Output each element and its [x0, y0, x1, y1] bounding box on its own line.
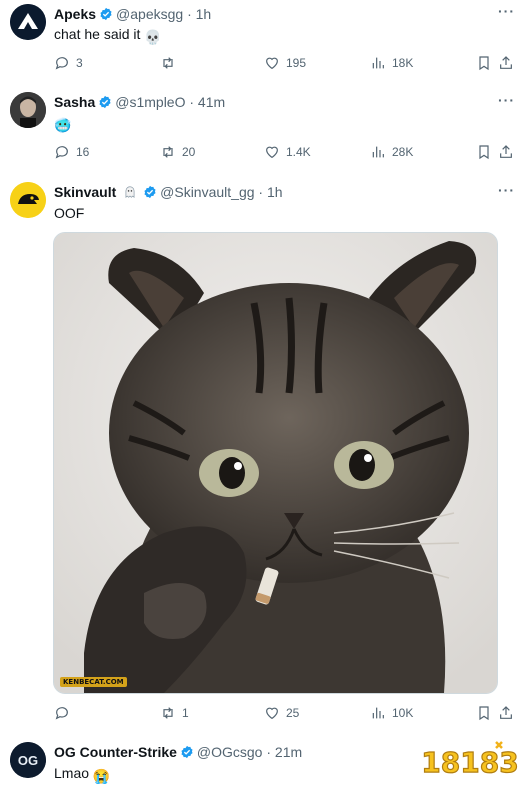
tweet-media-image[interactable]: KENBECAT.COM: [53, 232, 498, 694]
heart-icon: [266, 707, 278, 720]
verified-badge-icon: [143, 185, 157, 199]
reply-button[interactable]: 16: [54, 142, 89, 162]
media-credit-label: KENBECAT.COM: [60, 677, 127, 687]
more-options-icon[interactable]: ···: [498, 182, 515, 198]
like-button[interactable]: 1.4K: [264, 142, 311, 162]
view-count: 28K: [392, 145, 414, 159]
share-button[interactable]: [498, 53, 520, 73]
view-count: 18K: [392, 56, 414, 70]
reply-button[interactable]: 3: [54, 53, 83, 73]
svg-text:OG: OG: [18, 753, 38, 768]
analytics-icon: [372, 57, 384, 69]
skinvault-logo-icon: [10, 182, 46, 218]
verified-badge-icon: [180, 745, 194, 759]
reply-count: 3: [76, 56, 83, 70]
view-count: 10K: [392, 706, 414, 720]
timestamp[interactable]: · 21m: [266, 744, 302, 760]
handle[interactable]: @apeksgg: [116, 6, 183, 22]
share-icon: [500, 56, 512, 69]
avatar[interactable]: OG: [10, 742, 46, 778]
bookmark-icon: [479, 706, 489, 721]
skull-emoji-icon: 💀: [144, 29, 162, 45]
bookmark-icon: [479, 145, 489, 160]
retweet-button[interactable]: 1: [160, 703, 189, 723]
handle[interactable]: @OGcsgo: [197, 744, 263, 760]
timestamp[interactable]: · 1h: [258, 184, 282, 200]
display-name[interactable]: Apeks: [54, 6, 96, 22]
ghost-emoji-icon: [123, 185, 137, 199]
retweet-icon: [163, 707, 173, 719]
verified-badge-icon: [99, 7, 113, 21]
more-options-icon[interactable]: ···: [498, 92, 515, 108]
more-options-icon[interactable]: ···: [498, 3, 515, 19]
avatar[interactable]: [10, 182, 46, 218]
share-icon: [500, 145, 512, 158]
share-button[interactable]: [498, 703, 520, 723]
share-icon: [500, 706, 512, 719]
retweet-button[interactable]: [160, 53, 182, 73]
cold-face-emoji-icon: 🥶: [54, 117, 72, 133]
tweet-text-content: Lmao: [54, 765, 90, 781]
tweet-text: chat he said it 💀: [54, 25, 162, 46]
bookmark-button[interactable]: [476, 142, 498, 162]
heart-icon: [266, 57, 278, 70]
like-count: 195: [286, 56, 307, 70]
display-name[interactable]: Sasha: [54, 94, 95, 110]
avatar[interactable]: [10, 92, 46, 128]
crying-emoji-icon: 😭: [92, 768, 111, 784]
og-logo-icon: OG: [10, 742, 46, 778]
bookmark-button[interactable]: [476, 703, 498, 723]
views-button[interactable]: 28K: [370, 142, 413, 162]
timestamp[interactable]: · 41m: [189, 94, 225, 110]
display-name[interactable]: OG Counter-Strike: [54, 744, 177, 760]
retweet-icon: [163, 146, 173, 158]
bookmark-button[interactable]: [476, 53, 498, 73]
reply-icon: [55, 146, 68, 159]
bookmark-icon: [479, 56, 489, 71]
avatar[interactable]: [10, 4, 46, 40]
display-name[interactable]: Skinvault: [54, 184, 116, 200]
action-bar: 16 20 1.4K 28K: [54, 142, 519, 162]
like-button[interactable]: 195: [264, 53, 306, 73]
views-button[interactable]: 18K: [370, 53, 413, 73]
tweet-text: OOF: [54, 205, 85, 221]
like-count: 1.4K: [286, 145, 311, 159]
heart-icon: [266, 146, 278, 159]
reply-count: 16: [76, 145, 90, 159]
reply-button[interactable]: [54, 703, 76, 723]
avatar-photo-icon: [10, 92, 46, 128]
like-count: 25: [286, 706, 300, 720]
tweet-sasha[interactable]: Sasha @s1mpleO · 41m ··· 🥶 16 20 1.4K 28K: [0, 84, 527, 173]
handle[interactable]: @Skinvault_gg: [160, 184, 254, 200]
retweet-button[interactable]: 20: [160, 142, 195, 162]
watermark-text: 18183: [421, 746, 518, 779]
reply-icon: [55, 707, 68, 720]
verified-badge-icon: [98, 95, 112, 109]
tweet-apeks[interactable]: Apeks @apeksgg · 1h ··· chat he said it 💀…: [0, 0, 527, 85]
timestamp[interactable]: · 1h: [187, 6, 211, 22]
site-watermark-logo: 18183: [418, 736, 522, 786]
action-bar: 3 195 18K: [54, 53, 519, 73]
reply-icon: [55, 57, 68, 70]
like-button[interactable]: 25: [264, 703, 299, 723]
cat-photo-image: [54, 233, 497, 693]
share-button[interactable]: [498, 142, 520, 162]
views-button[interactable]: 10K: [370, 703, 413, 723]
analytics-icon: [372, 707, 384, 719]
retweet-count: 1: [182, 706, 189, 720]
action-bar: 1 25 10K: [54, 703, 519, 723]
retweet-count: 20: [182, 145, 196, 159]
tweet-text: 🥶: [54, 113, 71, 134]
analytics-icon: [372, 146, 384, 158]
apeks-logo-icon: [10, 4, 46, 40]
retweet-icon: [163, 57, 173, 69]
handle[interactable]: @s1mpleO: [115, 94, 185, 110]
tweet-text: Lmao 😭: [54, 764, 110, 785]
watermark-logo-icon: 18183: [421, 741, 519, 780]
tweet-text-content: chat he said it: [54, 26, 141, 42]
